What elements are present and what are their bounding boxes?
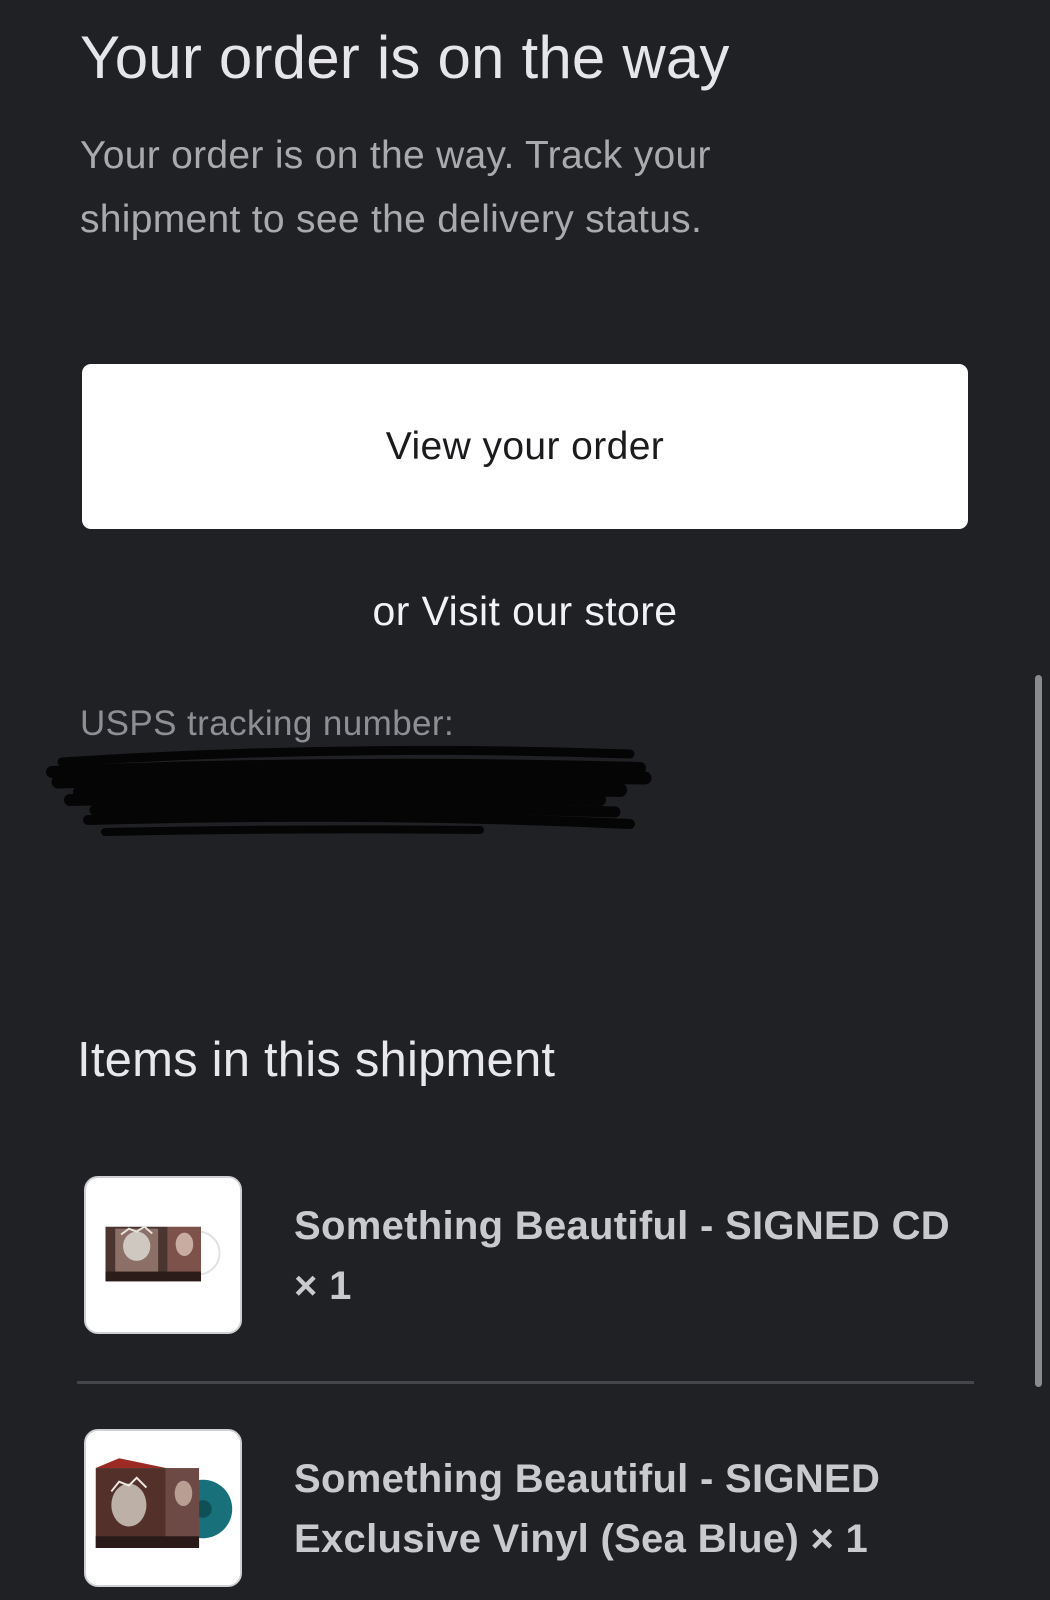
- visit-store-line: or Visit our store: [0, 585, 1050, 637]
- view-order-button[interactable]: View your order: [82, 364, 968, 529]
- album-vinyl-thumbnail: [84, 1429, 242, 1587]
- item-divider: [77, 1381, 974, 1384]
- email-body: Your order is on the way Your order is o…: [0, 0, 1050, 1600]
- shipment-items-heading: Items in this shipment: [77, 1033, 556, 1087]
- item-name: Something Beautiful - SIGNED CD × 1: [294, 1204, 950, 1308]
- vinyl-artwork-icon: [86, 1431, 240, 1585]
- page-title: Your order is on the way: [80, 24, 730, 91]
- status-description: Your order is on the way. Track your shi…: [80, 134, 711, 241]
- scrollbar-thumb[interactable]: [1035, 675, 1042, 1387]
- redacted-tracking-number: [46, 745, 652, 836]
- cd-artwork-icon: [86, 1178, 240, 1332]
- album-cd-thumbnail: [84, 1176, 242, 1334]
- shipment-item[interactable]: Something Beautiful - SIGNED CD × 1: [82, 1174, 974, 1339]
- shipment-item[interactable]: Something Beautiful - SIGNED Exclusive V…: [82, 1427, 974, 1592]
- item-name: Something Beautiful - SIGNED Exclusive V…: [294, 1457, 881, 1561]
- visit-store-link[interactable]: Visit our store: [422, 588, 678, 634]
- store-prefix-text: or: [372, 588, 410, 634]
